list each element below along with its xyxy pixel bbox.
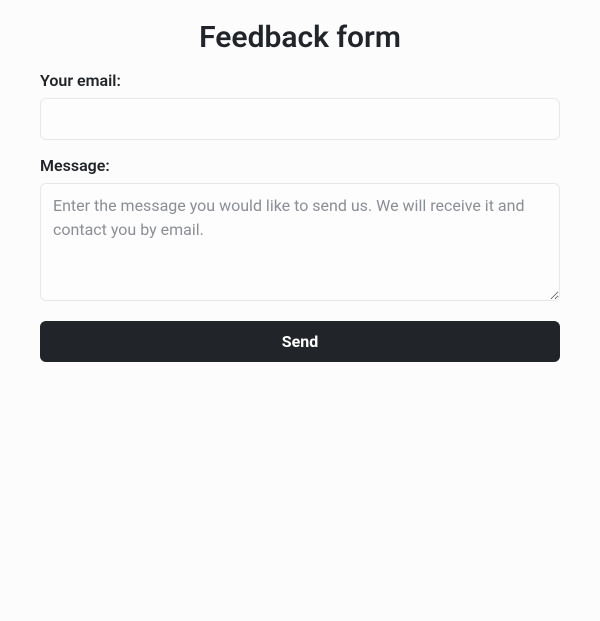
email-label: Your email: bbox=[40, 71, 560, 90]
send-button[interactable]: Send bbox=[40, 321, 560, 362]
email-field-group: Your email: bbox=[40, 71, 560, 140]
message-label: Message: bbox=[40, 156, 560, 175]
message-textarea[interactable] bbox=[40, 183, 560, 301]
message-field-group: Message: bbox=[40, 156, 560, 305]
form-title: Feedback form bbox=[40, 20, 560, 55]
email-input[interactable] bbox=[40, 98, 560, 140]
